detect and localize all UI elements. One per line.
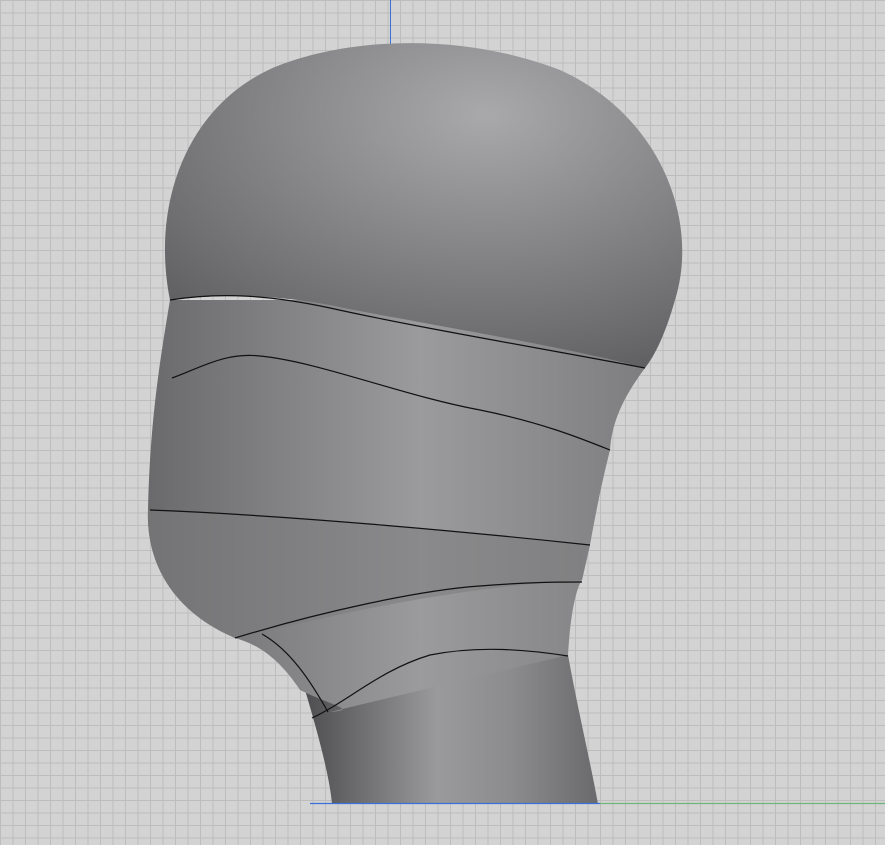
scene-canvas[interactable] (0, 0, 885, 845)
3d-viewport[interactable] (0, 0, 885, 845)
head-lower-surface[interactable] (147, 300, 646, 712)
